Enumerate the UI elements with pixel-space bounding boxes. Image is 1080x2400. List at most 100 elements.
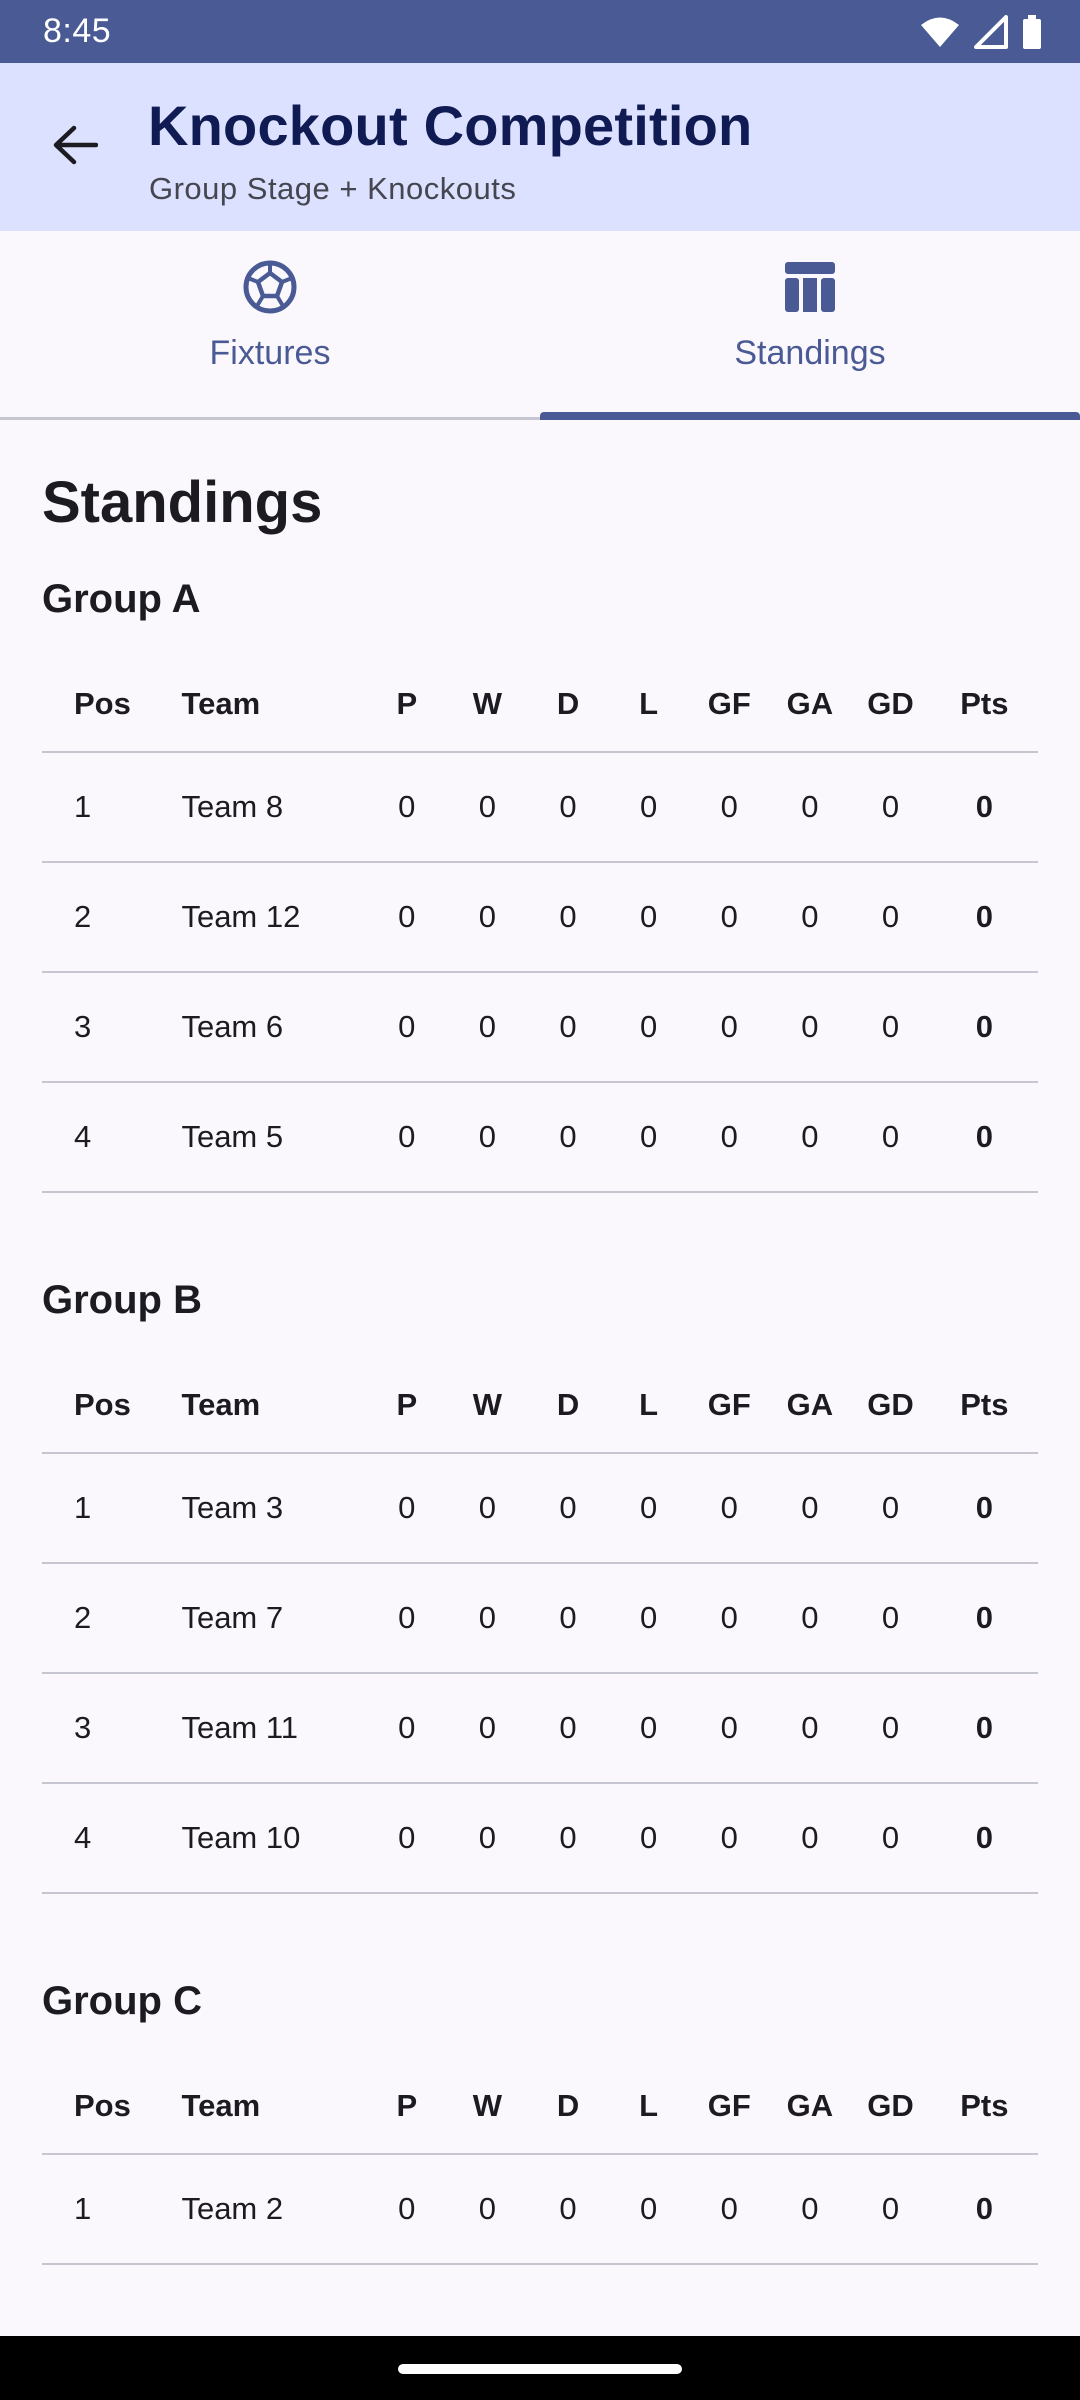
standings-table: Pos Team P W D L GF GA GD Pts 1 Team 3 0 0 0 0 0 0 0 0 2 Team… [42, 1357, 1038, 1894]
back-button[interactable] [30, 109, 120, 185]
battery-icon [1022, 14, 1042, 49]
cell-team: Team 3 [164, 1453, 367, 1564]
table-header-row: Pos Team P W D L GF GA GD Pts [42, 656, 1038, 753]
cell-w: 0 [447, 752, 528, 863]
cell-gd: 0 [850, 1783, 931, 1894]
tab-fixtures[interactable]: Fixtures [0, 231, 540, 417]
cell-p: 0 [366, 862, 448, 973]
cell-l: 0 [608, 1673, 689, 1784]
cell-l: 0 [608, 2154, 689, 2265]
column-header-pts: Pts [930, 656, 1038, 753]
system-nav-bar [0, 2336, 1080, 2400]
column-header-gd: GD [850, 656, 931, 753]
cell-l: 0 [608, 1082, 689, 1193]
column-header-ga: GA [769, 656, 851, 753]
cell-gd: 0 [850, 1673, 931, 1784]
home-gesture-handle[interactable] [398, 2364, 682, 2374]
cell-p: 0 [366, 1453, 448, 1564]
table-header-row: Pos Team P W D L GF GA GD Pts [42, 1357, 1038, 1454]
cell-d: 0 [527, 1563, 609, 1674]
table-row: 4 Team 10 0 0 0 0 0 0 0 0 [42, 1783, 1038, 1894]
cell-team: Team 6 [164, 972, 367, 1083]
cell-pts: 0 [930, 2154, 1038, 2265]
cell-l: 0 [608, 972, 689, 1083]
column-header-pos: Pos [42, 656, 165, 753]
column-header-l: L [608, 1357, 689, 1454]
cell-gd: 0 [850, 1563, 931, 1674]
cell-ga: 0 [769, 862, 851, 973]
cell-d: 0 [527, 1082, 609, 1193]
standings-table: Pos Team P W D L GF GA GD Pts 1 Team 200000000 [42, 2058, 1038, 2265]
cell-gd: 0 [850, 1453, 931, 1564]
cell-w: 0 [447, 1453, 528, 1564]
column-header-pts: Pts [930, 1357, 1038, 1454]
cell-ga: 0 [769, 1673, 851, 1784]
standings-table: Pos Team P W D L GF GA GD Pts 1 Team 8 0 0 0 0 0 0 0 0 2 Team… [42, 656, 1038, 1193]
column-header-gf: GF [688, 1357, 770, 1454]
cell-d: 0 [527, 1673, 609, 1784]
column-header-gf: GF [688, 2058, 770, 2155]
column-header-gf: GF [688, 656, 770, 753]
cell-gf: 0 [688, 752, 770, 863]
cell-pts: 0 [930, 1673, 1038, 1784]
table-icon [782, 259, 838, 320]
column-header-ga: GA [769, 1357, 851, 1454]
cell-p: 0 [366, 1563, 448, 1674]
cell-p: 0 [366, 1673, 448, 1784]
cell-ga: 0 [769, 2154, 851, 2265]
cell-team: Team 2 [164, 2154, 367, 2265]
group-title: Group A [42, 577, 201, 621]
cell-pos: 1 [42, 752, 165, 863]
cell-d: 0 [527, 752, 609, 863]
status-bar: 8:45 [0, 0, 1080, 63]
column-header-gd: GD [850, 2058, 931, 2155]
standings-content: Standings Group A Pos Team P W D L GF GA GD Pts 1 T… [42, 420, 1038, 2265]
table-row: 2 Team 12 0 0 0 0 0 0 0 0 [42, 862, 1038, 973]
cell-pos: 3 [42, 1673, 165, 1784]
soccer-ball-icon [242, 259, 298, 320]
cell-l: 0 [608, 1783, 689, 1894]
cell-ga: 0 [769, 1783, 851, 1894]
cell-pos: 3 [42, 972, 165, 1083]
cell-gd: 0 [850, 972, 931, 1083]
cell-pos: 4 [42, 1783, 165, 1894]
cell-d: 0 [527, 2154, 609, 2265]
cell-team: Team 12 [164, 862, 367, 973]
table-row: 1 Team 200000000 [42, 2154, 1038, 2265]
column-header-pos: Pos [42, 1357, 165, 1454]
app-subtitle: Group Stage + Knockouts [149, 171, 517, 206]
status-icons [920, 14, 1042, 49]
column-header-pos: Pos [42, 2058, 165, 2155]
cell-pos: 2 [42, 862, 165, 973]
cell-gd: 0 [850, 1082, 931, 1193]
cell-pts: 0 [930, 1563, 1038, 1674]
cell-w: 0 [447, 1563, 528, 1674]
cell-gf: 0 [688, 1563, 770, 1674]
column-header-p: P [366, 656, 448, 753]
cell-l: 0 [608, 1563, 689, 1674]
cell-w: 0 [447, 1673, 528, 1784]
wifi-icon [920, 16, 960, 48]
cell-pts: 0 [930, 862, 1038, 973]
cell-gf: 0 [688, 1673, 770, 1784]
app-title: Knockout Competition [148, 94, 753, 157]
cell-w: 0 [447, 1082, 528, 1193]
cell-l: 0 [608, 752, 689, 863]
cell-w: 0 [447, 2154, 528, 2265]
cell-p: 0 [366, 1082, 448, 1193]
column-header-l: L [608, 2058, 689, 2155]
tab-standings[interactable]: Standings [540, 231, 1080, 420]
cell-gf: 0 [688, 862, 770, 973]
page-title: Standings [42, 470, 323, 535]
cell-pos: 4 [42, 1082, 165, 1193]
cell-pts: 0 [930, 1082, 1038, 1193]
column-header-w: W [447, 1357, 528, 1454]
column-header-d: D [527, 2058, 609, 2155]
signal-icon [974, 14, 1008, 49]
top-app-bar: Knockout Competition Group Stage + Knock… [0, 63, 1080, 231]
column-header-w: W [447, 656, 528, 753]
tab-fixtures-label: Fixtures [209, 334, 331, 372]
cell-team: Team 5 [164, 1082, 367, 1193]
column-header-w: W [447, 2058, 528, 2155]
status-time: 8:45 [43, 12, 112, 50]
